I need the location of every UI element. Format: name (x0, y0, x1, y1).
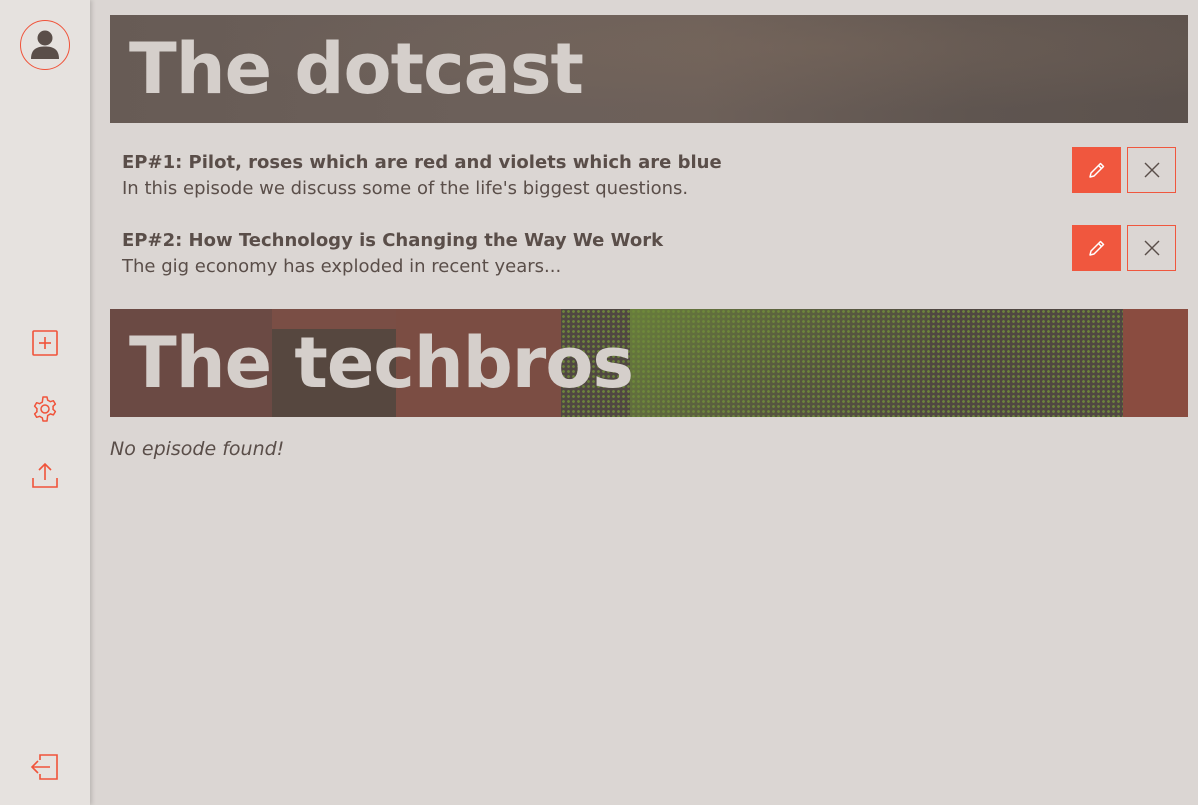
add-podcast-button[interactable] (29, 327, 61, 359)
podcast-section-dotcast: The dotcast EP#1: Pilot, roses which are… (110, 15, 1188, 309)
edit-episode-button[interactable] (1072, 225, 1121, 271)
podcast-title: The techbros (129, 322, 634, 404)
settings-button[interactable] (29, 393, 61, 425)
user-avatar-icon (31, 30, 59, 59)
user-avatar-button[interactable] (20, 20, 70, 70)
episode-description: The gig economy has exploded in recent y… (122, 256, 562, 277)
podcast-banner: The techbros (110, 309, 1188, 417)
episode-description: In this episode we discuss some of the l… (122, 178, 689, 199)
upload-icon (32, 462, 58, 488)
episode-list: EP#1: Pilot, roses which are red and vio… (110, 123, 1188, 309)
main-content: The dotcast EP#1: Pilot, roses which are… (110, 15, 1188, 460)
banner-art (1123, 309, 1188, 417)
close-icon (1144, 162, 1159, 178)
logout-button[interactable] (29, 751, 61, 783)
empty-episodes-message: No episode found! (110, 438, 285, 460)
plus-square-icon (32, 330, 58, 356)
episode-item: EP#1: Pilot, roses which are red and vio… (110, 123, 1188, 201)
close-icon (1144, 240, 1159, 256)
app-root: The dotcast EP#1: Pilot, roses which are… (0, 0, 1198, 805)
pencil-icon (1088, 162, 1104, 178)
episode-item: EP#2: How Technology is Changing the Way… (110, 201, 1188, 279)
delete-episode-button[interactable] (1127, 225, 1176, 271)
podcast-section-techbros: The techbros No episode found! (110, 309, 1188, 460)
pencil-icon (1088, 240, 1104, 256)
delete-episode-button[interactable] (1127, 147, 1176, 193)
podcast-title: The dotcast (129, 28, 584, 110)
gear-icon (33, 396, 57, 422)
banner-art (630, 309, 930, 417)
episode-title: EP#2: How Technology is Changing the Way… (122, 230, 664, 251)
episode-title: EP#1: Pilot, roses which are red and vio… (122, 152, 722, 173)
upload-button[interactable] (29, 459, 61, 491)
sidebar (0, 0, 90, 805)
edit-episode-button[interactable] (1072, 147, 1121, 193)
podcast-banner: The dotcast (110, 15, 1188, 123)
logout-icon (30, 754, 58, 780)
